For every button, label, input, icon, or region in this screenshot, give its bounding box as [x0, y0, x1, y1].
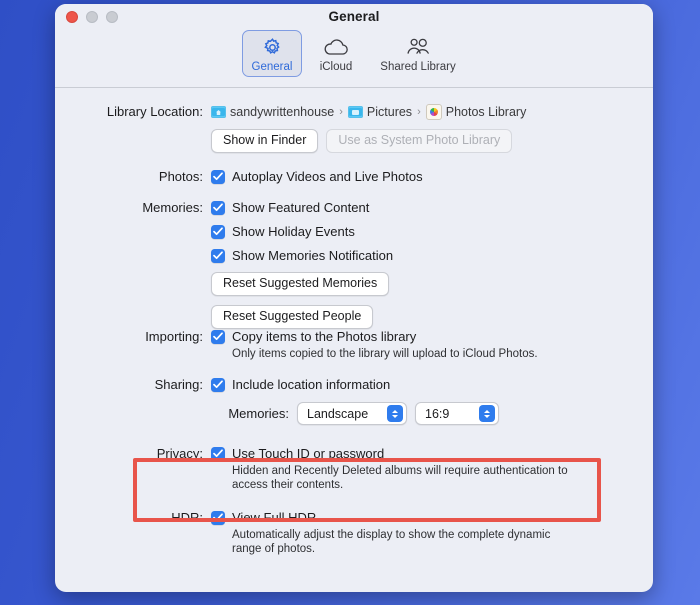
photos-library-icon: [425, 104, 442, 120]
window-title: General: [328, 9, 380, 24]
importing-description: Only items copied to the library will up…: [232, 348, 538, 360]
home-folder-icon: [211, 106, 226, 118]
use-as-system-photo-library-button[interactable]: Use as System Photo Library: [326, 129, 513, 153]
photos-label: Photos:: [158, 169, 203, 184]
show-memories-notification-checkbox-row[interactable]: Show Memories Notification: [211, 248, 639, 263]
include-location-checkbox-row[interactable]: Include location information: [211, 377, 639, 392]
library-location-row: Library Location: sandywrittenhouse › Pi…: [55, 104, 653, 153]
include-location-label: Include location information: [232, 377, 391, 392]
breadcrumb-library-label: Photos Library: [445, 105, 527, 119]
copy-items-checkbox[interactable]: [211, 329, 225, 344]
show-featured-content-checkbox[interactable]: [211, 200, 225, 215]
autoplay-videos-label: Autoplay Videos and Live Photos: [232, 169, 423, 184]
importing-row: Importing: Copy items to the Photos libr…: [55, 329, 653, 361]
tab-icloud[interactable]: iCloud: [306, 30, 366, 77]
tab-general[interactable]: General: [242, 30, 302, 77]
autoplay-videos-checkbox[interactable]: [211, 169, 225, 184]
photos-settings-window: General General iCloud Shared Library Li…: [55, 4, 653, 592]
photos-row: Photos: Autoplay Videos and Live Photos: [55, 169, 653, 184]
breadcrumb-item-home[interactable]: sandywrittenhouse: [211, 105, 334, 119]
aspect-ratio-value: 16:9: [425, 406, 450, 421]
breadcrumb[interactable]: sandywrittenhouse › Pictures › Photos Li…: [211, 104, 639, 120]
sharing-row: Sharing: Include location information Me…: [55, 377, 653, 425]
view-full-hdr-checkbox[interactable]: [211, 510, 225, 525]
orientation-select[interactable]: Landscape: [297, 402, 407, 425]
show-holiday-events-checkbox-row[interactable]: Show Holiday Events: [211, 224, 639, 239]
privacy-row: Privacy: Use Touch ID or password Hidden…: [55, 446, 653, 492]
settings-toolbar: General iCloud Shared Library: [55, 30, 653, 88]
show-featured-content-label: Show Featured Content: [232, 200, 370, 215]
show-in-finder-button[interactable]: Show in Finder: [211, 129, 319, 153]
sharing-label: Sharing:: [154, 377, 203, 392]
copy-items-label: Copy items to the Photos library: [232, 329, 417, 344]
hdr-row: HDR: View Full HDR Automatically adjust …: [55, 510, 653, 556]
touch-id-label: Use Touch ID or password: [232, 446, 385, 461]
show-featured-content-checkbox-row[interactable]: Show Featured Content: [211, 200, 639, 215]
breadcrumb-item-photos-library[interactable]: Photos Library: [425, 104, 527, 120]
window-titlebar: General: [55, 4, 653, 30]
gear-icon: [262, 35, 283, 60]
traffic-light-controls: [66, 11, 118, 23]
memories-format-label: Memories:: [228, 406, 289, 421]
library-location-label: Library Location:: [106, 104, 203, 119]
autoplay-videos-checkbox-row[interactable]: Autoplay Videos and Live Photos: [211, 169, 639, 184]
tab-shared-library-label: Shared Library: [380, 61, 456, 73]
library-buttons: Show in Finder Use as System Photo Libra…: [211, 129, 639, 153]
touch-id-checkbox[interactable]: [211, 446, 225, 461]
breadcrumb-separator: ›: [339, 106, 343, 118]
breadcrumb-pictures-label: Pictures: [366, 105, 413, 119]
tab-shared-library[interactable]: Shared Library: [370, 30, 466, 77]
view-full-hdr-label: View Full HDR: [232, 510, 317, 525]
orientation-value: Landscape: [307, 406, 369, 421]
people-icon: [405, 35, 431, 60]
aspect-ratio-select[interactable]: 16:9: [415, 402, 499, 425]
folder-icon: [347, 106, 363, 118]
importing-label: Importing:: [145, 329, 203, 344]
show-memories-notification-checkbox[interactable]: [211, 248, 225, 263]
settings-content: Library Location: sandywrittenhouse › Pi…: [55, 88, 653, 592]
hdr-description: Automatically adjust the display to show…: [232, 529, 551, 555]
breadcrumb-home-label: sandywrittenhouse: [230, 105, 335, 119]
chevron-up-down-icon[interactable]: [387, 405, 403, 422]
reset-people-button-row: Reset Suggested People: [211, 305, 639, 329]
reset-suggested-people-button[interactable]: Reset Suggested People: [211, 305, 374, 329]
hdr-label: HDR:: [171, 510, 203, 525]
touch-id-checkbox-row[interactable]: Use Touch ID or password: [211, 446, 639, 461]
chevron-up-down-icon-2[interactable]: [479, 405, 495, 422]
show-holiday-events-checkbox[interactable]: [211, 224, 225, 239]
minimize-button[interactable]: [86, 11, 98, 23]
memories-label: Memories:: [142, 200, 203, 215]
memories-row: Memories: Show Featured Content Show Hol…: [55, 200, 653, 329]
include-location-checkbox[interactable]: [211, 377, 225, 392]
copy-items-checkbox-row[interactable]: Copy items to the Photos library: [211, 329, 639, 344]
show-memories-notification-label: Show Memories Notification: [232, 248, 394, 263]
reset-suggested-memories-button[interactable]: Reset Suggested Memories: [211, 272, 390, 296]
cloud-icon: [323, 35, 349, 60]
tab-general-label: General: [251, 61, 293, 73]
privacy-label: Privacy:: [156, 446, 203, 461]
close-button[interactable]: [66, 11, 78, 23]
show-holiday-events-label: Show Holiday Events: [232, 224, 355, 239]
privacy-description: Hidden and Recently Deleted albums will …: [232, 465, 568, 491]
memories-format-row: Memories: Landscape 16:9: [211, 402, 639, 425]
view-full-hdr-checkbox-row[interactable]: View Full HDR: [211, 510, 639, 525]
zoom-button[interactable]: [106, 11, 118, 23]
breadcrumb-separator-2: ›: [417, 106, 421, 118]
breadcrumb-item-pictures[interactable]: Pictures: [347, 105, 413, 119]
tab-icloud-label: iCloud: [319, 61, 353, 73]
reset-memories-button-row: Reset Suggested Memories: [211, 272, 639, 296]
